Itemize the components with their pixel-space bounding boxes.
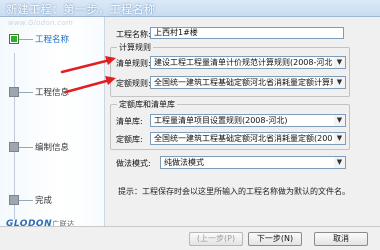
annotation-arrows — [60, 56, 116, 94]
wizard-steps-panel: www.Glodon.com 工程名称 工程信息 编制信息 完成 — [0, 17, 105, 227]
red-arrow-icon — [64, 76, 116, 94]
step-inactive-indicator-icon — [9, 142, 19, 152]
method-mode-select[interactable]: 纯做法模式 ▼ — [160, 156, 346, 169]
quota-rule-select[interactable]: 全国统一建筑工程基础定额河北省消耗量定额计算规则(2008) ▼ — [150, 76, 346, 89]
chevron-down-icon[interactable]: ▼ — [334, 115, 345, 126]
button-bar-divider — [0, 226, 380, 227]
chevron-down-icon[interactable]: ▼ — [334, 133, 345, 144]
cancel-button[interactable]: 取消 — [314, 232, 368, 246]
quota-lib-select[interactable]: 全国统一建筑工程基础定额河北省消耗量定额(2008) ▼ — [150, 132, 346, 145]
wizard-step-label: 编制信息 — [35, 143, 70, 153]
libraries-group-title: 定额库和清单库 — [117, 99, 177, 110]
prev-button[interactable]: (上一步(P) — [189, 232, 243, 246]
next-button[interactable]: 下一步(N) — [248, 232, 302, 246]
step-active-indicator-icon — [9, 34, 19, 44]
window-title: 新建工程：第一步，工程名称 — [6, 3, 156, 16]
wizard-step-label: 工程名称 — [35, 35, 70, 45]
calc-rules-group-title: 计算规则 — [117, 42, 153, 53]
step-inactive-indicator-icon — [9, 87, 19, 97]
project-name-label: 工程名称: — [116, 30, 151, 39]
watermark-text: www.Glodon.com — [8, 19, 74, 27]
red-arrow-icon — [60, 56, 116, 74]
title-bar: 新建工程：第一步，工程名称 — [0, 0, 380, 17]
quota-rule-label: 定额规则: — [116, 79, 151, 88]
chevron-down-icon[interactable]: ▼ — [334, 57, 345, 68]
bill-lib-label: 清单库: — [116, 117, 143, 126]
bill-lib-select[interactable]: 工程量清单项目设置规则(2008-河北) ▼ — [150, 114, 346, 127]
method-mode-label: 做法模式: — [116, 159, 151, 168]
bill-rule-select[interactable]: 建设工程工程量清单计价规范计算规则(2008-河北) ▼ — [150, 56, 346, 69]
step-inactive-indicator-icon — [9, 195, 19, 205]
quota-lib-label: 定额库: — [116, 135, 143, 144]
glodon-logo: GLODON广联达 — [6, 219, 75, 229]
calc-rules-group: 计算规则 — [110, 42, 350, 97]
hint-text: 提示：工程保存时会以这里所输入的工程名称做为默认的文件名。 — [118, 187, 350, 196]
project-name-input[interactable]: 上西村1#楼 — [150, 27, 344, 39]
chevron-down-icon[interactable]: ▼ — [334, 157, 345, 168]
bill-rule-label: 清单规则: — [116, 59, 151, 68]
chevron-down-icon[interactable]: ▼ — [334, 77, 345, 88]
wizard-step-label: 完成 — [35, 196, 53, 206]
